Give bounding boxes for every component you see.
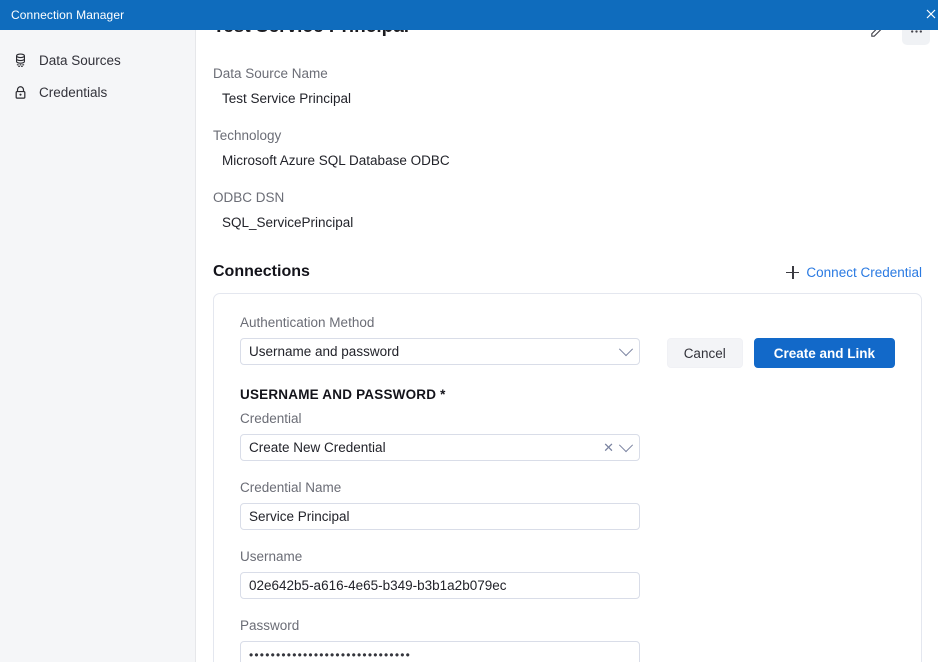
sidebar-item-data-sources[interactable]: Data Sources: [0, 44, 195, 76]
connect-credential-button[interactable]: Connect Credential: [786, 265, 922, 280]
authentication-method-label: Authentication Method: [240, 314, 640, 332]
connection-credential-card: Authentication Method Username and passw…: [213, 293, 922, 662]
chevron-down-icon[interactable]: [619, 438, 633, 452]
page-header-clipped: Test Service Principal: [197, 30, 938, 47]
credential-name-value: Service Principal: [249, 509, 631, 524]
header-action-icons: [862, 30, 930, 45]
authentication-method-select[interactable]: Username and password: [240, 338, 640, 365]
connections-header: Connections Connect Credential: [213, 263, 922, 287]
credential-label: Credential: [240, 410, 640, 428]
credential-name-label: Credential Name: [240, 479, 640, 497]
username-label: Username: [240, 548, 640, 566]
select-adornments: ✕: [603, 441, 631, 454]
page-title: Test Service Principal: [213, 30, 409, 38]
username-input[interactable]: 02e642b5-a616-4e65-b349-b3b1a2b079ec: [240, 572, 640, 599]
field-data-source-name: Data Source Name Test Service Principal: [213, 65, 922, 109]
authentication-method-value: Username and password: [249, 344, 621, 359]
field-label: Technology: [213, 127, 922, 145]
sidebar-item-label: Data Sources: [39, 53, 121, 68]
chevron-down-icon[interactable]: [619, 342, 633, 356]
password-label: Password: [240, 617, 640, 635]
field-value: SQL_ServicePrincipal: [213, 213, 922, 233]
create-and-link-button[interactable]: Create and Link: [754, 338, 895, 368]
sidebar-item-credentials[interactable]: Credentials: [0, 76, 195, 108]
credential-name-input[interactable]: Service Principal: [240, 503, 640, 530]
lock-icon: [12, 84, 29, 101]
password-value: ••••••••••••••••••••••••••••••: [249, 648, 631, 662]
cancel-button[interactable]: Cancel: [667, 338, 743, 368]
connections-title: Connections: [213, 263, 310, 281]
main-content: Test Service Principal Data Source Name …: [197, 30, 938, 662]
credential-form: Authentication Method Username and passw…: [240, 314, 640, 662]
field-label: ODBC DSN: [213, 189, 922, 207]
field-label: Data Source Name: [213, 65, 922, 83]
select-adornments: [621, 347, 631, 357]
field-technology: Technology Microsoft Azure SQL Database …: [213, 127, 922, 171]
username-password-section-title: USERNAME AND PASSWORD *: [240, 387, 640, 402]
credential-select[interactable]: Create New Credential ✕: [240, 434, 640, 461]
window-title: Connection Manager: [0, 8, 124, 22]
sidebar: Data Sources Credentials: [0, 30, 196, 662]
field-value: Test Service Principal: [213, 89, 922, 109]
card-actions: Cancel Create and Link: [640, 314, 895, 368]
close-icon[interactable]: [916, 0, 938, 30]
database-icon: [12, 52, 29, 69]
plus-icon: [786, 266, 799, 279]
edit-icon[interactable]: [862, 30, 890, 45]
connect-credential-label: Connect Credential: [806, 265, 922, 280]
field-odbc-dsn: ODBC DSN SQL_ServicePrincipal: [213, 189, 922, 233]
card-row: Authentication Method Username and passw…: [240, 314, 895, 662]
window-titlebar: Connection Manager: [0, 0, 938, 30]
details-content: Data Source Name Test Service Principal …: [197, 65, 938, 662]
password-input[interactable]: ••••••••••••••••••••••••••••••: [240, 641, 640, 662]
sidebar-item-label: Credentials: [39, 85, 107, 100]
field-value: Microsoft Azure SQL Database ODBC: [213, 151, 922, 171]
more-options-icon[interactable]: [902, 30, 930, 45]
clear-icon[interactable]: ✕: [603, 441, 614, 454]
credential-value: Create New Credential: [249, 440, 603, 455]
username-value: 02e642b5-a616-4e65-b349-b3b1a2b079ec: [249, 578, 631, 593]
